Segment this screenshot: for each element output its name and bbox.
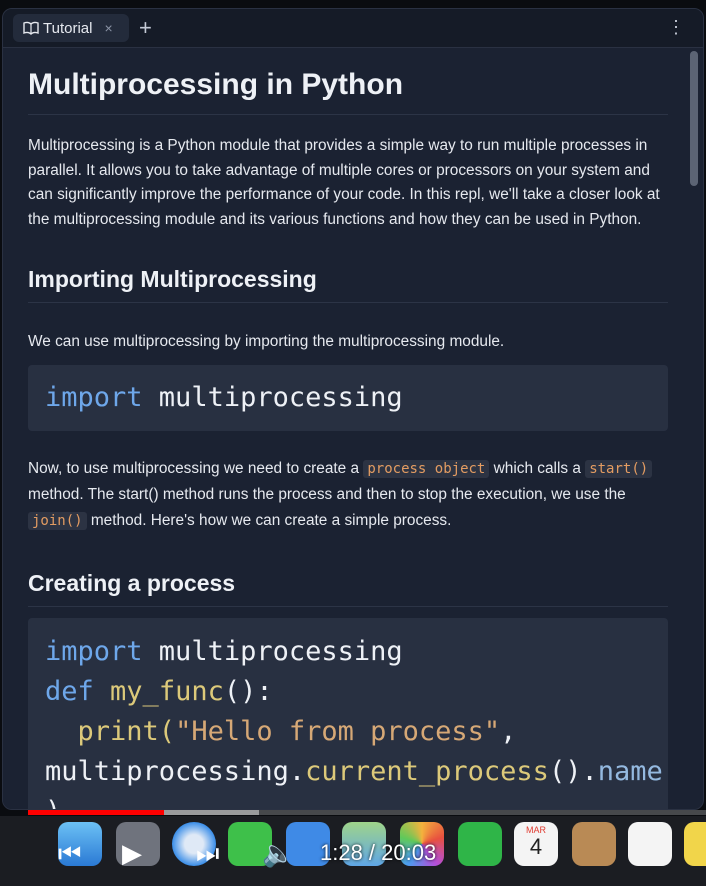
code-keyword: import [45,382,143,413]
code-text: ) [45,796,61,809]
text-run: which calls a [489,460,586,477]
play-icon[interactable]: ▶ [122,838,142,869]
code-attribute: name [597,756,663,787]
code-function: print [77,716,159,747]
tab-label: Tutorial [43,19,93,37]
facetime-icon[interactable] [458,822,502,866]
scrollbar[interactable] [689,51,699,803]
calendar-icon[interactable]: MAR 4 [514,822,558,866]
code-text: multiprocessing [45,756,289,787]
code-text: , [500,716,517,747]
code-keyword: def [45,676,94,707]
code-function: my_func [110,676,224,707]
code-line: multiprocessing.current_process().name [45,752,668,792]
code-text: ( [158,716,176,747]
code-text: multiprocessing [142,382,403,413]
tab-tutorial[interactable]: Tutorial × [13,14,129,42]
code-line: def my_func(): [45,672,668,712]
code-block-process: import multiprocessing def my_func(): pri… [28,618,668,809]
previous-icon[interactable]: ⏮ [58,838,81,870]
close-icon[interactable]: × [104,20,112,36]
inline-code: start() [585,460,653,478]
page-title: Multiprocessing in Python [28,68,668,115]
next-icon[interactable]: ⏭ [196,838,219,870]
create-paragraph: Now, to use multiprocessing we need to c… [28,456,668,534]
heading-creating: Creating a process [28,570,668,607]
reminders-icon[interactable] [628,822,672,866]
inline-code: process object [363,460,490,478]
more-vertical-icon[interactable]: ⋮ [667,17,685,37]
code-string: "Hello from process" [175,716,501,747]
text-run: method. Here's how we can create a simpl… [86,512,452,529]
book-icon [23,21,39,35]
code-line: ) [45,792,668,809]
code-block-import: import multiprocessing [28,365,668,431]
code-line: import multiprocessing [45,632,668,672]
markdown-preview[interactable]: Multiprocessing in Python Multiprocessin… [3,48,685,809]
heading-importing: Importing Multiprocessing [28,266,668,303]
video-progress-bar[interactable] [28,810,164,815]
contacts-icon[interactable] [572,822,616,866]
code-function: current_process [305,756,549,787]
intro-paragraph: Multiprocessing is a Python module that … [28,137,660,228]
code-text: (). [548,756,598,787]
notes-icon[interactable] [684,822,706,866]
code-text: multiprocessing [142,636,403,667]
editor-window: Tutorial × + ⋮ Multiprocessing in Python… [2,8,704,810]
plus-icon[interactable]: + [139,14,152,42]
volume-icon[interactable]: 🔈 [262,838,294,869]
video-time: 1:28 / 20:03 [320,840,437,865]
import-paragraph: We can use multiprocessing by importing … [28,333,505,350]
code-text: . [288,756,306,787]
text-run: method. The start() method runs the proc… [28,486,626,503]
tab-bar: Tutorial × + ⋮ [3,9,703,48]
code-text: (): [223,676,273,707]
inline-code: join() [28,512,87,530]
text-run: Now, to use multiprocessing we need to c… [28,460,364,477]
code-line: print("Hello from process", [45,712,668,752]
calendar-day: 4 [529,834,543,859]
scrollbar-thumb[interactable] [690,51,698,186]
code-keyword: import [45,636,143,667]
